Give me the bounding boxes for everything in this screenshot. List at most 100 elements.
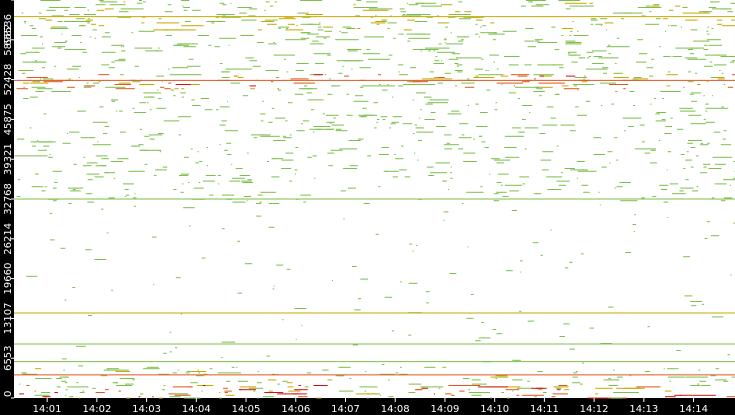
heatmap-cell xyxy=(398,33,404,35)
heatmap-cell xyxy=(85,193,93,195)
heatmap-cell xyxy=(200,98,210,99)
heatmap-cell xyxy=(466,191,484,193)
heatmap-cell xyxy=(330,123,332,125)
heatmap-cell xyxy=(496,162,505,164)
heatmap-cell xyxy=(586,68,608,70)
heatmap-cell xyxy=(241,180,252,182)
heatmap-cell xyxy=(354,309,361,311)
y-tick-label: 0 xyxy=(3,391,14,397)
heatmap-cell xyxy=(253,390,256,392)
heatmap-cell xyxy=(512,359,521,361)
heatmap-cell xyxy=(556,389,561,391)
heatmap-cell xyxy=(644,371,650,372)
heatmap-cell xyxy=(622,117,642,119)
heatmap-cell xyxy=(294,169,298,171)
heatmap-cell xyxy=(574,85,577,87)
heatmap-cell xyxy=(615,63,617,64)
heatmap-cell xyxy=(654,7,656,8)
heatmap-cell xyxy=(447,51,455,53)
heatmap-cell xyxy=(121,46,123,48)
heatmap-cell xyxy=(119,74,124,76)
heatmap-cell xyxy=(162,389,165,391)
heatmap-cell xyxy=(524,148,527,150)
heatmap-cell xyxy=(282,319,284,321)
heatmap-cell xyxy=(327,152,335,154)
heatmap-cell xyxy=(577,30,579,32)
heatmap-cell xyxy=(230,2,232,4)
heatmap-cell xyxy=(189,225,191,227)
heatmap-cell xyxy=(606,46,630,48)
heatmap-cell xyxy=(700,144,709,146)
heatmap-cell xyxy=(667,217,669,218)
heatmap-cell xyxy=(587,57,590,59)
heatmap-cell xyxy=(133,145,137,147)
heatmap-cell xyxy=(650,103,652,105)
heatmap-cell xyxy=(126,397,130,399)
heatmap-cell xyxy=(284,393,286,395)
heatmap-cell xyxy=(113,177,116,179)
heatmap-cell xyxy=(707,142,710,144)
heatmap-cell xyxy=(248,387,263,389)
heatmap-cell xyxy=(309,43,324,45)
heatmap-cell xyxy=(714,163,727,165)
heatmap-cell xyxy=(134,193,136,195)
heatmap-cell xyxy=(578,57,586,59)
heatmap-cell xyxy=(461,203,464,204)
heatmap-cell xyxy=(271,176,280,178)
heatmap-cell xyxy=(82,51,88,53)
heatmap-cell xyxy=(531,5,544,7)
heatmap-cell xyxy=(715,368,720,370)
heatmap-cell xyxy=(675,368,679,370)
heatmap-cell xyxy=(467,105,470,106)
heatmap-cell xyxy=(616,186,623,188)
heatmap-cell xyxy=(608,306,614,308)
heatmap-cell xyxy=(64,9,68,11)
heatmap-cell xyxy=(551,26,556,28)
heatmap-cell xyxy=(480,186,483,188)
heatmap-cell xyxy=(68,203,72,204)
heatmap-cell xyxy=(326,121,335,123)
heatmap-cell xyxy=(38,12,42,14)
heatmap-cell xyxy=(576,161,585,162)
heatmap-cell xyxy=(468,389,471,391)
heatmap-cell xyxy=(522,119,526,120)
heatmap-cell xyxy=(292,393,307,395)
heatmap-cell xyxy=(724,197,733,199)
heatmap-cell xyxy=(558,385,568,386)
heatmap-cell xyxy=(32,81,41,83)
heatmap-cell xyxy=(454,70,463,71)
heatmap-cell xyxy=(214,46,220,48)
heatmap-cell xyxy=(572,376,578,378)
x-tick-label: 14:14 xyxy=(679,404,708,415)
heatmap-cell xyxy=(645,23,659,25)
heatmap-cell xyxy=(347,50,358,52)
heatmap-cell xyxy=(579,383,583,385)
heatmap-cell xyxy=(249,85,256,87)
heatmap-cell xyxy=(23,86,25,88)
heatmap-cell xyxy=(83,14,96,15)
heatmap-cell xyxy=(595,23,603,25)
heatmap-cell xyxy=(517,75,528,77)
heatmap-cell xyxy=(387,84,389,85)
heatmap-cell xyxy=(684,295,693,297)
heatmap-cell xyxy=(340,190,346,192)
heatmap-cell xyxy=(430,112,436,113)
heatmap-cell xyxy=(370,22,386,24)
heatmap-cell xyxy=(152,396,154,398)
heatmap-cell xyxy=(686,151,689,153)
heatmap-cell xyxy=(76,18,85,20)
heatmap-cell xyxy=(590,23,594,25)
heatmap-cell xyxy=(653,98,657,99)
heatmap-cell xyxy=(37,141,56,143)
heatmap-cell xyxy=(327,54,331,56)
heatmap-cell xyxy=(23,98,29,99)
heatmap-cell xyxy=(458,40,464,42)
heatmap-cell xyxy=(424,366,436,368)
heatmap-cell xyxy=(392,96,394,98)
heatmap-cell xyxy=(29,25,34,27)
heatmap-cell xyxy=(438,387,441,389)
heatmap-cell xyxy=(400,281,402,283)
heatmap-cell xyxy=(692,190,698,192)
heatmap-cell xyxy=(703,11,713,13)
heatmap-cell xyxy=(569,261,573,263)
